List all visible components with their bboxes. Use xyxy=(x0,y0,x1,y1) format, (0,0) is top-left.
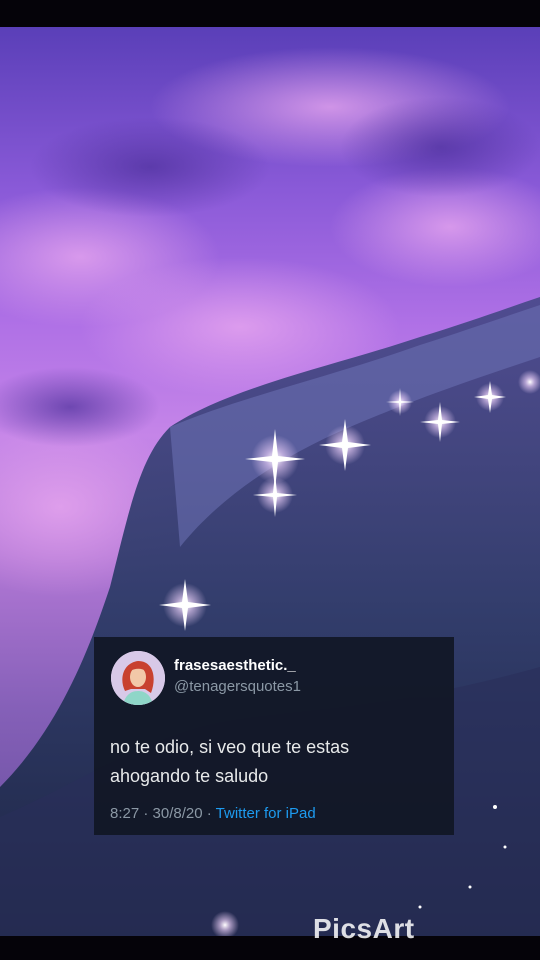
tweet-text: no te odio, si veo que te estas ahogando… xyxy=(110,733,440,791)
tweet-text-line: no te odio, si veo que te estas xyxy=(110,737,350,757)
profile-avatar[interactable] xyxy=(111,651,165,705)
avatar-illustration xyxy=(111,651,165,705)
separator: · xyxy=(143,805,149,822)
tweet-time: 8:27 xyxy=(110,805,140,822)
picsart-watermark: PicsArt xyxy=(313,913,415,944)
tweet-metadata: 8:27 · 30/8/20 · Twitter for iPad xyxy=(110,805,316,822)
tweet-text-line: ahogando te saludo xyxy=(110,766,269,786)
letterbox-bottom xyxy=(0,936,540,960)
tweet-date: 30/8/20 xyxy=(152,805,203,822)
video-frame: frasesaesthetic._ @tenagersquotes1 no te… xyxy=(0,0,540,960)
tweet-card[interactable]: frasesaesthetic._ @tenagersquotes1 no te… xyxy=(94,637,454,835)
separator: · xyxy=(206,805,212,822)
user-handle[interactable]: @tenagersquotes1 xyxy=(174,678,301,695)
tweet-source-link[interactable]: Twitter for iPad xyxy=(216,805,316,822)
letterbox-top xyxy=(0,0,540,27)
display-name[interactable]: frasesaesthetic._ xyxy=(174,657,296,674)
